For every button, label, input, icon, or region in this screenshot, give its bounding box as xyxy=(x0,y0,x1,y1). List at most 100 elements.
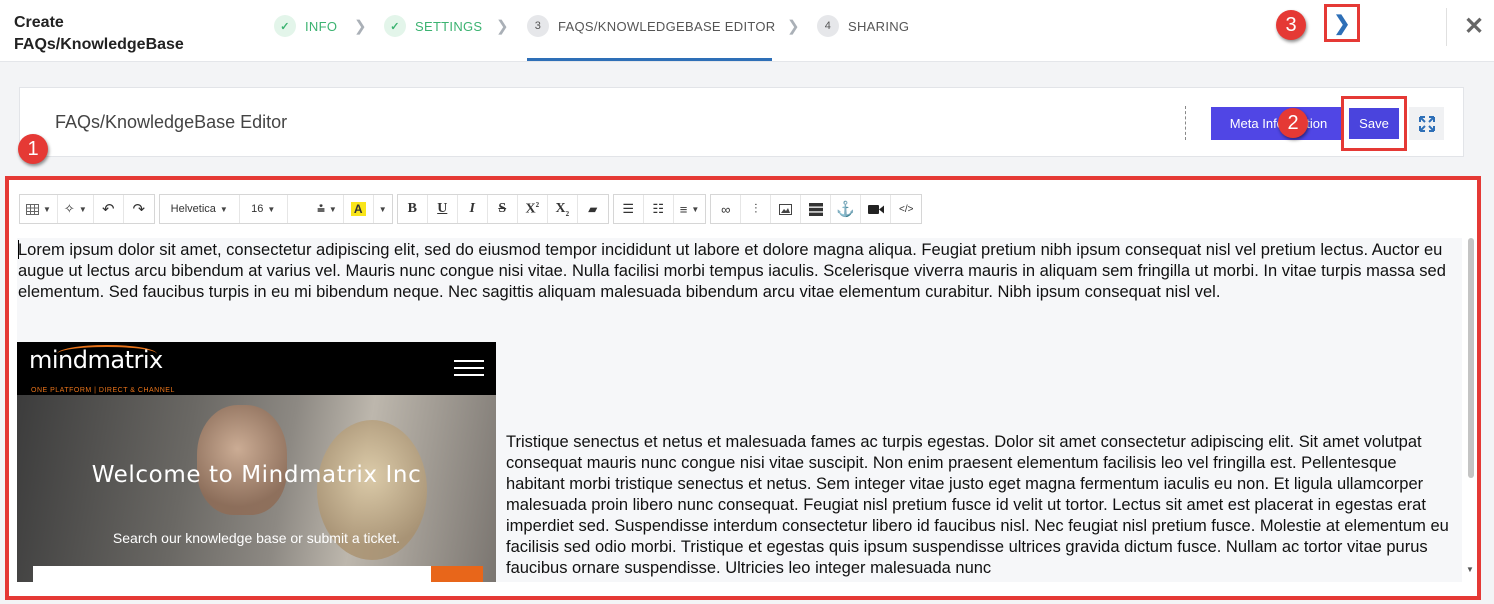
underline-button[interactable]: U xyxy=(428,195,458,223)
body-paragraph: Lorem ipsum dolor sit amet, consectetur … xyxy=(18,241,1446,301)
scrollbar[interactable] xyxy=(1468,238,1474,478)
numbered-list-icon: ☷ xyxy=(652,201,665,216)
divider xyxy=(1185,106,1186,140)
caret-down-icon: ▼ xyxy=(78,204,87,214)
step-label: INFO xyxy=(305,18,338,34)
photo-person xyxy=(197,405,287,515)
unlink-button[interactable]: ⫶ xyxy=(741,195,772,223)
callout-badge-2: 2 xyxy=(1278,108,1308,138)
table-button[interactable]: ▼ xyxy=(20,195,58,223)
step-number: 3 xyxy=(527,15,549,37)
editor-header: FAQs/KnowledgeBase Editor Meta Informati… xyxy=(19,87,1464,157)
embedded-image[interactable]: mindmatrix ONE PLATFORM | DIRECT & CHANN… xyxy=(17,342,496,582)
save-button[interactable]: Save xyxy=(1349,108,1399,139)
subscript-button[interactable]: X2 xyxy=(548,195,578,223)
toolbar-group-paragraph: ☰ ☷ ≡ ▼ xyxy=(612,194,707,224)
wizard-header: Create FAQs/KnowledgeBase ✓ INFO ❯ ✓ SET… xyxy=(0,0,1494,62)
anchor-icon: ⚓ xyxy=(836,201,856,218)
expand-icon xyxy=(1418,115,1435,132)
anchor-button[interactable]: ⚓ xyxy=(831,195,862,223)
link-icon: ∞ xyxy=(721,201,731,217)
code-view-button[interactable]: </> xyxy=(891,195,921,223)
caret-down-icon: ▼ xyxy=(219,204,228,214)
italic-button[interactable]: I xyxy=(458,195,488,223)
caret-down-icon: ▼ xyxy=(691,204,700,214)
template-icon xyxy=(808,202,823,216)
step-info[interactable]: ✓ INFO xyxy=(274,14,337,38)
text-style-button[interactable]: ⩮ ▼ xyxy=(288,195,344,223)
clear-format-button[interactable]: ▰ xyxy=(578,195,608,223)
image-icon xyxy=(779,203,793,215)
template-button[interactable] xyxy=(801,195,832,223)
checkmark-icon: ✓ xyxy=(384,15,406,37)
step-label: FAQS/KNOWLEDGEBASE EDITOR xyxy=(558,18,776,34)
toolbar-group-media: ∞ ⫶ ⚓ </> xyxy=(710,194,923,224)
superscript-button[interactable]: X2 xyxy=(518,195,548,223)
hero-search-box xyxy=(33,566,433,582)
close-button[interactable]: ✕ xyxy=(1464,12,1484,41)
toolbar-group-style: B U I S X2 X2 ▰ xyxy=(396,194,609,224)
editor-content[interactable]: Lorem ipsum dolor sit amet, consectetur … xyxy=(17,238,1462,582)
save-button-highlight: Save xyxy=(1341,96,1407,151)
toolbar-group-font: Helvetica ▼ 16 ▼ ⩮ ▼ A ▼ xyxy=(158,194,393,224)
step-settings[interactable]: ✓ SETTINGS xyxy=(384,14,482,38)
active-step-indicator xyxy=(527,58,772,61)
video-button[interactable] xyxy=(861,195,892,223)
align-icon: ≡ xyxy=(679,201,688,217)
table-icon xyxy=(26,203,39,215)
hamburger-menu-icon xyxy=(454,360,484,381)
alignment-button[interactable]: ≡ ▼ xyxy=(674,195,706,223)
chevron-right-icon: ❯ xyxy=(496,18,509,35)
bold-icon: B xyxy=(407,201,417,216)
hero-photo: Welcome to Mindmatrix Inc Search our kno… xyxy=(17,395,496,582)
strikethrough-button[interactable]: S xyxy=(488,195,518,223)
callout-badge-1: 1 xyxy=(18,134,48,164)
caret-down-icon: ▼ xyxy=(328,204,337,214)
font-family-select[interactable]: Helvetica ▼ xyxy=(160,195,240,223)
undo-button[interactable]: ↶ xyxy=(94,195,124,223)
caret-down-icon: ▼ xyxy=(267,204,276,214)
hero-welcome-text: Welcome to Mindmatrix Inc xyxy=(91,462,422,488)
text-style-icon: ⩮ xyxy=(317,201,325,216)
caret-down-icon: ▼ xyxy=(43,204,51,214)
rich-text-editor: ▼ ✧ ▼ ↶ ↷ Helvetica ▼ 16 ▼ ⩮ ▼ A ▼ B U I… xyxy=(5,176,1481,600)
magic-format-button[interactable]: ✧ ▼ xyxy=(58,195,94,223)
hero-subtitle: Search our knowledge base or submit a ti… xyxy=(112,530,401,546)
eraser-icon: ▰ xyxy=(588,202,598,216)
redo-button[interactable]: ↷ xyxy=(124,195,154,223)
step-editor[interactable]: 3 FAQS/KNOWLEDGEBASE EDITOR xyxy=(527,14,775,38)
image-button[interactable] xyxy=(771,195,802,223)
video-icon xyxy=(867,204,884,214)
subscript-icon: X2 xyxy=(555,200,570,218)
italic-icon: I xyxy=(469,201,475,216)
next-step-button[interactable]: ❯ xyxy=(1324,4,1360,42)
divider xyxy=(1446,8,1447,46)
step-sharing[interactable]: 4 SHARING xyxy=(817,14,909,38)
undo-icon: ↶ xyxy=(101,201,115,218)
underline-icon: U xyxy=(437,201,448,216)
toolbar-group-insert: ▼ ✧ ▼ ↶ ↷ xyxy=(19,194,155,224)
chevron-right-icon: ❯ xyxy=(787,18,800,35)
scroll-down-icon[interactable]: ▼ xyxy=(1466,565,1474,574)
editor-toolbar: ▼ ✧ ▼ ↶ ↷ Helvetica ▼ 16 ▼ ⩮ ▼ A ▼ B U I… xyxy=(19,194,926,224)
redo-icon: ↷ xyxy=(132,201,146,218)
strikethrough-icon: S xyxy=(498,201,507,216)
highlight-color-button[interactable]: A xyxy=(344,195,374,223)
numbered-list-button[interactable]: ☷ xyxy=(644,195,674,223)
body-paragraph: Tristique senectus et netus et malesuada… xyxy=(506,433,1449,577)
step-label: SETTINGS xyxy=(415,18,483,34)
link-button[interactable]: ∞ xyxy=(711,195,742,223)
step-number: 4 xyxy=(817,15,839,37)
expand-button[interactable] xyxy=(1409,107,1444,140)
bullet-list-button[interactable]: ☰ xyxy=(614,195,644,223)
page-title: Create FAQs/KnowledgeBase xyxy=(14,14,184,53)
step-label: SHARING xyxy=(848,18,910,34)
bullet-list-icon: ☰ xyxy=(622,201,635,216)
magic-wand-icon: ✧ xyxy=(63,201,75,216)
bold-button[interactable]: B xyxy=(398,195,428,223)
highlight-color-dropdown[interactable]: ▼ xyxy=(374,195,392,223)
unlink-icon: ⫶ xyxy=(754,201,758,216)
font-size-select[interactable]: 16 ▼ xyxy=(240,195,288,223)
superscript-icon: X2 xyxy=(525,200,540,217)
font-size-value: 16 xyxy=(251,203,264,215)
